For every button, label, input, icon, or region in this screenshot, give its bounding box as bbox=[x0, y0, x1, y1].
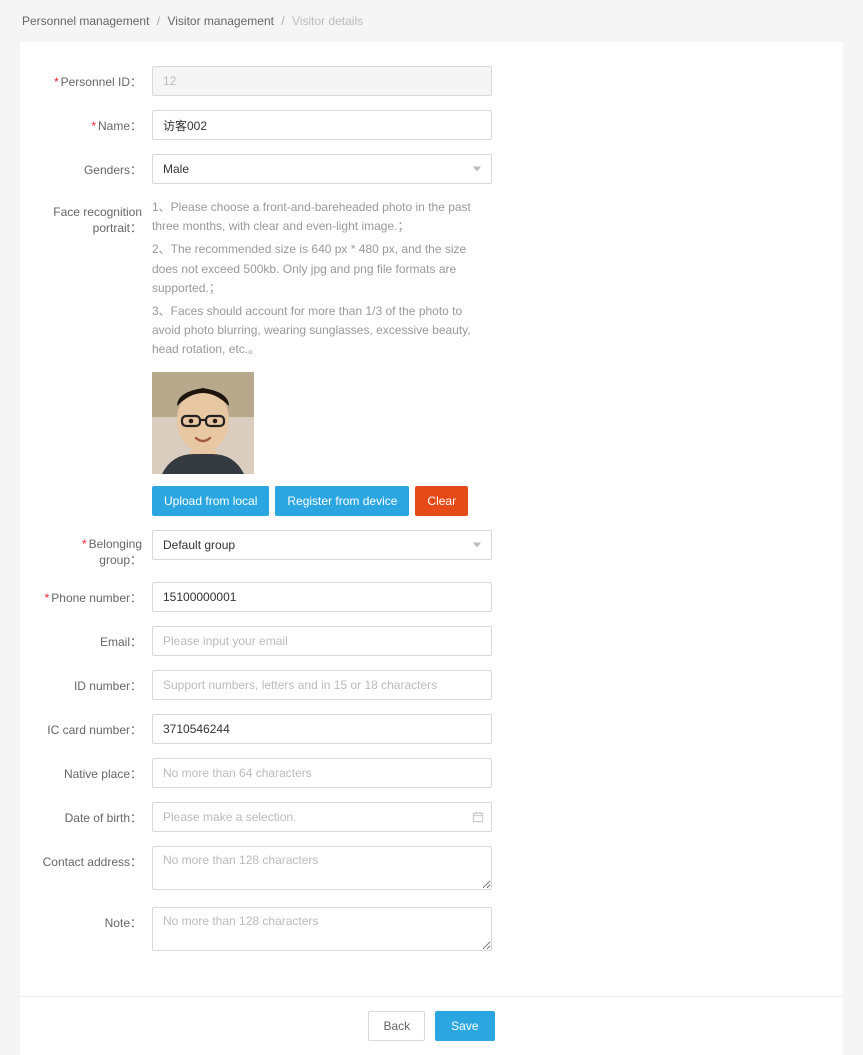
portrait-hints: 1、Please choose a front-and-bareheaded p… bbox=[152, 198, 492, 360]
chevron-down-icon bbox=[473, 542, 481, 547]
native-place-input[interactable] bbox=[152, 758, 492, 788]
breadcrumb-separator: / bbox=[281, 14, 284, 28]
clear-button[interactable]: Clear bbox=[415, 486, 468, 516]
gender-select[interactable]: Male bbox=[152, 154, 492, 184]
id-number-input[interactable] bbox=[152, 670, 492, 700]
upload-from-local-button[interactable]: Upload from local bbox=[152, 486, 269, 516]
personnel-id-input bbox=[152, 66, 492, 96]
name-input[interactable] bbox=[152, 110, 492, 140]
label-belonging-group: *Belonging group： bbox=[40, 530, 152, 568]
label-native-place: Native place： bbox=[40, 758, 152, 782]
label-personnel-id: *Personnel ID： bbox=[40, 66, 152, 90]
register-from-device-button[interactable]: Register from device bbox=[275, 486, 409, 516]
calendar-icon bbox=[472, 811, 484, 823]
belonging-group-value: Default group bbox=[163, 538, 235, 552]
label-dob: Date of birth： bbox=[40, 802, 152, 826]
label-email: Email： bbox=[40, 626, 152, 650]
label-note: Note： bbox=[40, 907, 152, 931]
gender-select-value: Male bbox=[163, 162, 189, 176]
breadcrumb: Personnel management / Visitor managemen… bbox=[0, 0, 863, 42]
hint-line-1: 1、Please choose a front-and-bareheaded p… bbox=[152, 198, 492, 236]
email-input[interactable] bbox=[152, 626, 492, 656]
breadcrumb-personnel[interactable]: Personnel management bbox=[22, 14, 149, 28]
portrait-image bbox=[152, 372, 254, 474]
label-id-number: ID number： bbox=[40, 670, 152, 694]
save-button[interactable]: Save bbox=[435, 1011, 494, 1041]
hint-line-3: 3、Faces should account for more than 1/3… bbox=[152, 302, 492, 360]
ic-card-input[interactable] bbox=[152, 714, 492, 744]
label-contact-address: Contact address： bbox=[40, 846, 152, 870]
hint-line-2: 2、The recommended size is 640 px * 480 p… bbox=[152, 240, 492, 298]
footer-actions: Back Save bbox=[20, 996, 843, 1055]
belonging-group-select[interactable]: Default group bbox=[152, 530, 492, 560]
breadcrumb-visitor-mgmt[interactable]: Visitor management bbox=[167, 14, 274, 28]
label-phone: *Phone number： bbox=[40, 582, 152, 606]
form-card: *Personnel ID： *Name： Genders： Male Face… bbox=[20, 42, 843, 996]
label-face-portrait: Face recognition portrait： bbox=[40, 198, 152, 236]
dob-input[interactable] bbox=[152, 802, 492, 832]
breadcrumb-separator: / bbox=[157, 14, 160, 28]
label-name: *Name： bbox=[40, 110, 152, 134]
chevron-down-icon bbox=[473, 167, 481, 172]
label-genders: Genders： bbox=[40, 154, 152, 178]
label-ic-card: IC card number： bbox=[40, 714, 152, 738]
phone-input[interactable] bbox=[152, 582, 492, 612]
note-textarea[interactable] bbox=[152, 907, 492, 951]
breadcrumb-current: Visitor details bbox=[292, 14, 363, 28]
back-button[interactable]: Back bbox=[368, 1011, 425, 1041]
